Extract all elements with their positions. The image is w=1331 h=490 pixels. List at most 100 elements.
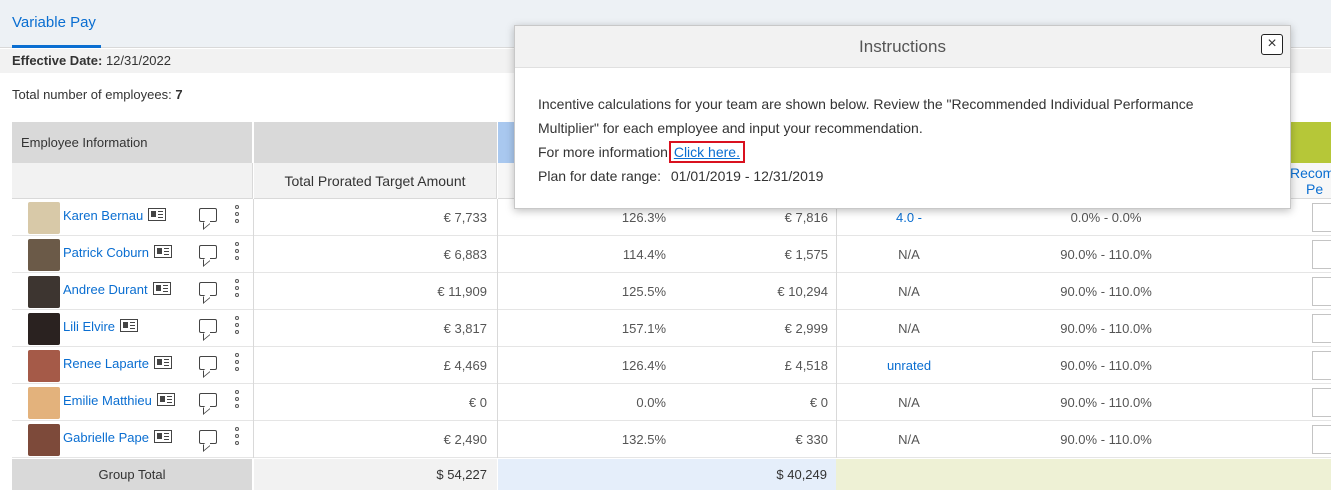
column-divider <box>497 384 498 421</box>
performance-rating: N/A <box>898 395 920 410</box>
comment-icon[interactable] <box>199 282 217 296</box>
plan-range-label: Plan for date range: <box>538 168 661 184</box>
employee-name[interactable]: Emilie Matthieu <box>63 393 152 408</box>
comment-icon[interactable] <box>199 356 217 370</box>
comment-icon[interactable] <box>199 430 217 444</box>
avatar <box>28 313 60 345</box>
profile-card-icon[interactable] <box>148 208 167 222</box>
plan-range-line: Plan for date range: 01/01/2019 - 12/31/… <box>538 164 1238 188</box>
table-row: Andree Durant € 11,909 125.5% € 10,294 N/A 90… <box>12 273 1331 310</box>
recommendation-input[interactable] <box>1312 240 1331 269</box>
achievement-percent: 125.5% <box>621 284 666 299</box>
performance-rating[interactable]: unrated <box>838 347 980 384</box>
avatar <box>28 424 60 456</box>
header-group-recommendation <box>1290 122 1331 163</box>
employee-name[interactable]: Andree Durant <box>63 282 148 297</box>
employee-name-link[interactable]: Gabrielle Pape <box>63 421 172 458</box>
payout-amount: € 330 <box>795 432 828 447</box>
click-here-link[interactable]: Click here. <box>668 141 745 163</box>
dialog-body: Incentive calculations for your team are… <box>538 92 1238 188</box>
multiplier-range: 90.0% - 110.0% <box>1060 247 1152 262</box>
payout-amount: € 0 <box>809 395 828 410</box>
prorated-target-amount: £ 4,469 <box>443 358 487 373</box>
comment-icon[interactable] <box>199 208 217 222</box>
column-divider <box>497 236 498 273</box>
table-row: Gabrielle Pape € 2,490 132.5% € 330 N/A 90.0%… <box>12 421 1331 458</box>
prorated-target-amount: € 3,817 <box>443 321 487 336</box>
achievement-percent: 132.5% <box>621 432 666 447</box>
recommendation-input[interactable] <box>1312 203 1331 232</box>
comment-icon[interactable] <box>199 393 217 407</box>
more-options-icon[interactable] <box>235 353 239 377</box>
employee-name-link[interactable]: Lili Elvire <box>63 310 139 347</box>
employee-information-header: Employee Information <box>12 122 253 163</box>
effective-date-label: Effective Date: <box>12 53 103 68</box>
recommendation-input[interactable] <box>1312 351 1331 380</box>
performance-rating: N/A <box>898 284 920 299</box>
recommendation-input[interactable] <box>1312 314 1331 343</box>
table-row: Patrick Coburn € 6,883 114.4% € 1,575 N/A 90.… <box>12 236 1331 273</box>
more-options-icon[interactable] <box>235 390 239 414</box>
profile-card-icon[interactable] <box>154 356 173 370</box>
column-header-recommended-line2: Pe <box>1306 181 1324 197</box>
header-group-target <box>254 122 497 163</box>
group-total-payout: $ 40,249 <box>498 459 836 490</box>
payout-amount: € 1,575 <box>784 247 828 262</box>
recommendation-input[interactable] <box>1312 388 1331 417</box>
recommendation-input[interactable] <box>1312 277 1331 306</box>
close-icon[interactable]: × <box>1261 34 1283 55</box>
tab-variable-pay[interactable]: Variable Pay <box>12 0 101 48</box>
employee-name[interactable]: Gabrielle Pape <box>63 430 149 445</box>
prorated-target-amount: € 2,490 <box>443 432 487 447</box>
profile-card-icon[interactable] <box>156 393 175 407</box>
more-options-icon[interactable] <box>235 316 239 340</box>
employee-name[interactable]: Karen Bernau <box>63 208 143 223</box>
column-divider <box>497 347 498 384</box>
employee-name-link[interactable]: Karen Bernau <box>63 199 167 236</box>
column-header-employee <box>12 163 253 199</box>
column-divider <box>836 347 837 384</box>
more-options-icon[interactable] <box>235 205 239 229</box>
dialog-title: Instructions <box>515 26 1290 68</box>
profile-card-icon[interactable] <box>154 430 172 444</box>
more-info-label: For more information <box>538 144 668 160</box>
multiplier-range: 90.0% - 110.0% <box>1060 284 1152 299</box>
employee-name-link[interactable]: Andree Durant <box>63 273 171 310</box>
multiplier-range: 90.0% - 110.0% <box>1060 432 1152 447</box>
achievement-percent: 157.1% <box>621 321 666 336</box>
effective-date-value: 12/31/2022 <box>105 53 172 68</box>
column-header-recommended[interactable]: Recom Pe <box>1290 165 1331 197</box>
avatar <box>28 202 60 234</box>
profile-card-icon[interactable] <box>153 245 172 259</box>
prorated-target-amount: € 11,909 <box>437 284 487 299</box>
employee-name-link[interactable]: Renee Laparte <box>63 347 173 384</box>
avatar <box>28 387 60 419</box>
table-row: Renee Laparte £ 4,469 126.4% £ 4,518 unrated… <box>12 347 1331 384</box>
profile-card-icon[interactable] <box>152 282 171 296</box>
employee-count-value: 7 <box>175 87 183 102</box>
comment-icon[interactable] <box>199 319 217 333</box>
multiplier-range: 90.0% - 110.0% <box>1060 395 1152 410</box>
prorated-target-amount: € 0 <box>468 395 487 410</box>
employee-name-link[interactable]: Patrick Coburn <box>63 236 172 273</box>
comment-icon[interactable] <box>199 245 217 259</box>
more-options-icon[interactable] <box>235 279 239 303</box>
more-options-icon[interactable] <box>235 242 239 266</box>
employee-name[interactable]: Renee Laparte <box>63 356 149 371</box>
column-divider <box>836 310 837 347</box>
employee-count: Total number of employees: 7 <box>12 87 183 102</box>
multiplier-range: 90.0% - 110.0% <box>1060 321 1152 336</box>
achievement-percent: 0.0% <box>636 395 666 410</box>
more-options-icon[interactable] <box>235 427 239 451</box>
table-row: Emilie Matthieu € 0 0.0% € 0 N/A 90.0% - 110.… <box>12 384 1331 421</box>
instructions-text: Incentive calculations for your team are… <box>538 96 1194 136</box>
recommendation-input[interactable] <box>1312 425 1331 454</box>
achievement-percent: 114.4% <box>622 247 666 262</box>
employee-name[interactable]: Patrick Coburn <box>63 245 149 260</box>
achievement-percent: 126.4% <box>621 358 666 373</box>
column-divider <box>836 384 837 421</box>
profile-card-icon[interactable] <box>120 319 139 333</box>
employee-name[interactable]: Lili Elvire <box>63 319 115 334</box>
employee-name-link[interactable]: Emilie Matthieu <box>63 384 175 421</box>
column-divider <box>497 310 498 347</box>
